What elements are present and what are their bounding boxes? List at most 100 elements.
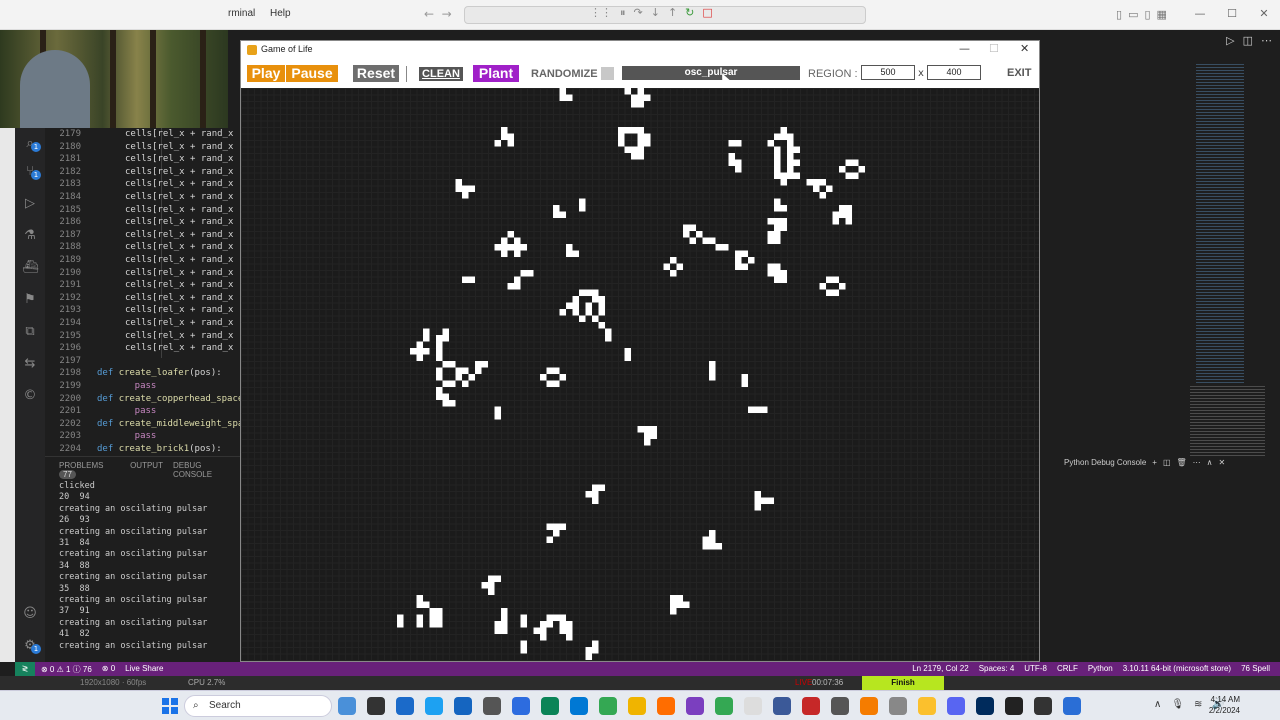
line-endings[interactable]: CRLF [1057,664,1078,673]
cursor-position[interactable]: Ln 2179, Col 22 [912,664,969,673]
python-debug-console-tab[interactable]: Python Debug Console [1064,458,1146,467]
toggle-secondary-sidebar-icon[interactable]: ▯ [1144,8,1150,21]
tab-output[interactable]: OUTPUT [130,461,163,479]
minimize-icon[interactable]: — [959,42,970,55]
terminal-output[interactable]: clicked 20 94 creating an oscilating pul… [59,481,207,652]
testing-icon[interactable]: ⚗ [22,228,38,244]
new-terminal-icon[interactable]: + [1152,458,1157,467]
menu-help[interactable]: Help [270,8,291,19]
maximize-panel-icon[interactable]: ∧ [1207,458,1213,467]
split-terminal-icon[interactable]: ◫ [1163,458,1171,467]
minimap-secondary[interactable] [1190,386,1265,456]
code-line[interactable]: 2180 cells[rel_x + rand_x [45,141,233,154]
wifi-icon[interactable]: ≋ [1194,699,1202,710]
remote-indicator-icon[interactable]: ≷ [15,662,35,676]
account-icon[interactable]: ☺ [22,606,38,622]
cell-grid[interactable] [241,88,1039,661]
app-icon[interactable] [367,697,385,715]
python-icon[interactable] [1063,697,1081,715]
language-mode[interactable]: Python [1088,664,1113,673]
app-icon[interactable] [918,697,936,715]
app-icon[interactable] [512,697,530,715]
vscode-icon[interactable] [570,697,588,715]
code-line[interactable]: 2200 def create_copperhead_spaces [45,393,240,406]
pause-icon[interactable]: ⏸ [620,6,626,22]
tab-problems[interactable]: PROBLEMS 77 [59,461,120,479]
split-editor-icon[interactable]: ◫ [1243,34,1253,47]
copilot-icon[interactable]: © [22,388,38,404]
app-icon[interactable] [802,697,820,715]
step-out-icon[interactable]: ↑ [668,6,677,22]
blender-icon[interactable] [860,697,878,715]
code-line[interactable]: 2196 cells[rel_x + rand_x [45,342,233,355]
chrome-icon[interactable] [599,697,617,715]
region-height-input[interactable]: 400 [927,65,981,80]
indentation[interactable]: Spaces: 4 [979,664,1015,673]
minimize-icon[interactable]: — [1184,0,1216,30]
step-over-icon[interactable]: ↷ [634,6,643,22]
code-line[interactable]: 2182 cells[rel_x + rand_x [45,166,233,179]
code-line[interactable]: 2186 cells[rel_x + rand_x [45,216,233,229]
app-icon[interactable] [1034,697,1052,715]
app-icon[interactable] [889,697,907,715]
stop-icon[interactable]: □ [702,6,712,22]
finish-button[interactable]: Finish [862,676,944,690]
app-icon[interactable] [338,697,356,715]
menu-terminal[interactable]: rminal [228,8,255,19]
reset-button[interactable]: Reset [353,65,399,82]
run-debug-icon[interactable]: ▷ [22,196,38,212]
code-line[interactable]: 2179 cells[rel_x + rand_x [45,128,233,141]
maximize-icon[interactable]: ☐ [1216,0,1248,30]
code-editor[interactable]: 2179 cells[rel_x + rand_x 2180 cells[rel_x … [45,128,240,458]
play-button[interactable]: Play [247,65,285,82]
code-line[interactable]: 2194 cells[rel_x + rand_x [45,317,233,330]
interpreter[interactable]: 3.10.11 64-bit (microsoft store) [1123,664,1231,673]
code-line[interactable]: 2199 pass [45,380,156,393]
remote-icon[interactable]: ⇆ [22,356,38,372]
toggle-sidebar-icon[interactable]: ▯ [1116,8,1122,21]
docker-icon[interactable]: ⛴ [22,260,39,276]
code-line[interactable]: 2190 cells[rel_x + rand_x [45,267,233,280]
code-line[interactable]: 2198 def create_loafer(pos): [45,367,221,380]
code-line[interactable]: 2189 cells[rel_x + rand_x [45,254,233,267]
spell-check[interactable]: 76 Spell [1241,664,1270,673]
code-line[interactable]: 2191 cells[rel_x + rand_x [45,279,233,292]
minimap[interactable] [1196,64,1244,384]
code-line[interactable]: 2183 cells[rel_x + rand_x [45,178,233,191]
microphone-icon[interactable]: 🎙 [1171,699,1184,710]
code-line[interactable]: 2185 cells[rel_x + rand_x [45,204,233,217]
clock[interactable]: 4:14 AM 2/2/2024 [1209,694,1240,716]
code-line[interactable]: 2197 [45,355,125,368]
code-line[interactable]: 2193 cells[rel_x + rand_x [45,304,233,317]
nav-arrows[interactable]: ← → [424,7,452,21]
discord-icon[interactable] [947,697,965,715]
show-hidden-icons-icon[interactable]: ∧ [1154,699,1161,710]
bookmarks-icon[interactable]: ⚑ [22,292,38,308]
code-line[interactable]: 2192 cells[rel_x + rand_x [45,292,233,305]
edge-icon[interactable] [425,697,443,715]
photoshop-icon[interactable] [976,697,994,715]
region-width-input[interactable]: 500 [861,65,915,80]
terminal-icon[interactable] [1005,697,1023,715]
firefox-icon[interactable] [657,697,675,715]
app-icon[interactable] [773,697,791,715]
plant-button[interactable]: Plant [473,65,519,82]
code-line[interactable]: 2201 pass [45,405,156,418]
problems-status[interactable]: ⊗ 0 ⚠ 1 ⓘ 76 [41,664,92,675]
pattern-selector[interactable]: osc_pulsar [622,66,800,80]
file-explorer-icon[interactable] [628,697,646,715]
code-line[interactable]: 2184 cells[rel_x + rand_x [45,191,233,204]
randomize-checkbox[interactable] [601,67,614,80]
code-line[interactable]: 2203 pass [45,430,156,443]
live-share-status[interactable]: Live Share [125,664,163,675]
windows-start-icon[interactable] [162,698,178,714]
drag-handle-icon[interactable]: ⋮⋮ [590,6,612,22]
obs-icon[interactable] [831,697,849,715]
pause-button[interactable]: Pause [286,65,338,82]
exit-button[interactable]: EXIT [1007,67,1031,79]
toggle-panel-icon[interactable]: ▭ [1128,8,1138,21]
app-icon[interactable] [396,697,414,715]
more-actions-icon[interactable]: ⋯ [1261,34,1272,47]
close-panel-icon[interactable]: ✕ [1219,458,1226,467]
code-line[interactable]: 2181 cells[rel_x + rand_x [45,153,233,166]
